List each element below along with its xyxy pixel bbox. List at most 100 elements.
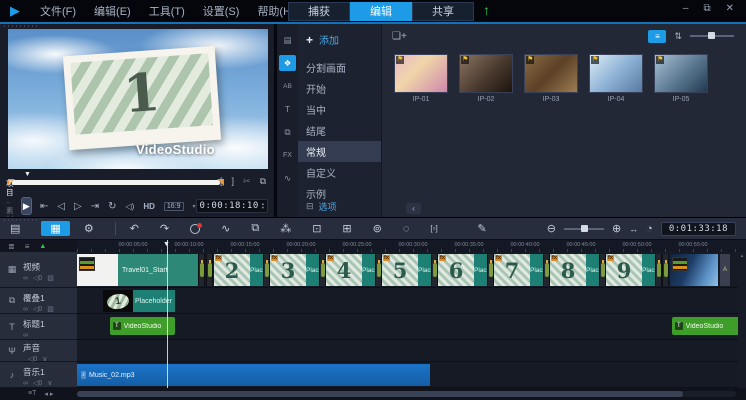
graphic-icon[interactable]: ⧉ (279, 124, 296, 140)
add-folder-icon[interactable]: ❏+ (392, 31, 407, 42)
minimize-button[interactable]: – (683, 3, 689, 14)
category-item[interactable]: 自定义 (298, 162, 381, 183)
track-extra-icon[interactable]: ▨ (47, 275, 54, 283)
track-content[interactable] (77, 314, 746, 340)
gallery-thumbnail[interactable]: ⚑ (654, 54, 708, 93)
transition-clip[interactable] (662, 254, 669, 286)
trim-bar[interactable] (12, 180, 220, 185)
split-screen-creator-button[interactable]: ⊞ (342, 222, 351, 235)
go-end-button[interactable]: ⇥ (91, 201, 99, 212)
workspace-tab[interactable]: 编辑 (350, 2, 412, 21)
track-link-icon[interactable]: ∞ (23, 306, 28, 314)
restore-button[interactable]: ⧉ (703, 3, 710, 14)
volume-button[interactable]: ◁) (126, 202, 135, 211)
gallery-thumbnail[interactable]: ⚑ (459, 54, 513, 93)
record-capture-button[interactable] (190, 224, 200, 234)
instant-project-icon[interactable]: ❖ (279, 55, 296, 71)
aspect-ratio-select[interactable]: 16:9 (164, 202, 184, 211)
collapse-panel-button[interactable]: ‹ (406, 203, 421, 214)
drawing-creator-button[interactable]: ✎ (478, 222, 487, 235)
timeline-timecode[interactable]: 0:01:33:18 (661, 222, 736, 236)
gallery-thumbnail[interactable]: ⚑ (394, 54, 448, 93)
slider-handle[interactable] (708, 32, 715, 39)
category-item[interactable]: 常规 (298, 141, 381, 162)
scrubber-playhead[interactable]: ▼ (24, 171, 31, 178)
placeholder-clip[interactable]: fx 2 Placeholder (214, 254, 270, 286)
scrollbar-thumb[interactable] (77, 391, 683, 397)
category-item[interactable]: 开始 (298, 78, 381, 99)
menu-item[interactable]: 编辑(E) (94, 3, 131, 19)
undo-button[interactable]: ↶ (130, 222, 139, 235)
mark-in-button[interactable]: [ (220, 176, 223, 187)
track-content[interactable] (77, 288, 746, 314)
thumbnail-zoom-slider[interactable] (690, 35, 734, 37)
playhead-line[interactable] (167, 240, 168, 388)
transition-clip[interactable] (206, 254, 213, 286)
transition-clip[interactable] (319, 254, 326, 286)
timeline-zoom-slider[interactable] (564, 228, 604, 230)
motion-path-icon[interactable]: ∿ (279, 170, 296, 186)
project-mode-toggle[interactable]: 项目 – (6, 179, 15, 206)
tools-button[interactable]: ⚙ (84, 222, 94, 235)
transition-clip[interactable] (543, 254, 550, 286)
bracket-tool-button[interactable]: [▫] (430, 224, 437, 233)
filter-icon[interactable]: FX (279, 147, 296, 163)
next-frame-button[interactable]: ▷ (74, 201, 82, 212)
redo-button[interactable]: ↷ (160, 222, 169, 235)
menu-item[interactable]: 文件(F) (40, 3, 76, 19)
placeholder-clip[interactable]: fx 5 Placeholder (382, 254, 438, 286)
gallery-item[interactable]: ⚑ IP-02 (459, 54, 513, 103)
prev-frame-button[interactable]: ◁ (57, 201, 65, 212)
transition-clip[interactable] (655, 254, 662, 286)
track-header[interactable]: Ψ 声音 ◁0 ∨ (0, 340, 77, 362)
zoom-in-button[interactable]: ⊕ (612, 222, 621, 235)
hd-toggle[interactable]: HD (143, 202, 155, 211)
preview-screen[interactable]: 1 VideoStudio (8, 29, 268, 169)
track-header[interactable]: ♪ 音乐1 ∞ ◁0 ∨ (0, 362, 77, 388)
music-clip[interactable]: ♪ Music_02.mp3 (77, 364, 430, 386)
enlarge-preview-button[interactable]: ⧉ (260, 176, 266, 187)
category-item[interactable]: 结尾 (298, 120, 381, 141)
vertical-scrollbar[interactable]: ▴ (738, 252, 746, 388)
close-button[interactable]: ✕ (726, 3, 734, 14)
transition-icon[interactable]: AB (279, 78, 296, 94)
subtitle-editor-button[interactable]: ⊡ (312, 222, 321, 235)
overlay-clip[interactable]: 1 Placeholder (103, 290, 175, 312)
options-button[interactable]: ⊟ 选项 (306, 200, 337, 213)
clip-travel01[interactable]: Travel01_Start (118, 254, 198, 286)
gallery-item[interactable]: ⚑ IP-01 (394, 54, 448, 103)
gallery-item[interactable]: ⚑ IP-04 (589, 54, 643, 103)
fit-project-button[interactable]: ↔ (629, 224, 638, 234)
sort-icon[interactable]: ⇅ (674, 31, 682, 42)
track-link-icon[interactable]: ∞ (23, 380, 28, 388)
track-volume-icon[interactable]: ◁0 (33, 275, 42, 283)
placeholder-clip[interactable]: fx 6 Placeholder (438, 254, 494, 286)
title-icon[interactable]: T (279, 101, 296, 117)
upgrade-arrow-icon[interactable]: ↑ (483, 2, 490, 18)
title-clip[interactable]: T VideoStudio (672, 317, 744, 335)
menu-item[interactable]: 设置(S) (203, 3, 240, 19)
gallery-item[interactable]: ⚑ IP-05 (654, 54, 708, 103)
mask-creator-button[interactable]: ◌ (403, 223, 410, 235)
track-extra-icon[interactable]: ▨ (47, 306, 54, 314)
batch-convert-button[interactable]: ⧉ (251, 222, 259, 235)
play-button[interactable]: ▶ (21, 197, 32, 215)
transition-clip-a[interactable]: A (720, 254, 730, 286)
transition-clip[interactable] (487, 254, 494, 286)
workspace-tab[interactable]: 捕获 (288, 2, 350, 21)
list-view-toggle[interactable]: ≡ (648, 30, 666, 43)
storyboard-view-button[interactable]: ▤ (10, 222, 20, 235)
track-manager-icon[interactable]: ≣ (8, 242, 15, 251)
track-volume-icon[interactable]: ◁0 (33, 380, 42, 388)
track-header[interactable]: ▦ 视频 ∞ ◁0 ▨ (0, 252, 77, 288)
track-header[interactable]: ⧉ 覆叠1 ∞ ◁0 ▨ (0, 288, 77, 314)
clip-start-thumbnail[interactable] (77, 254, 118, 286)
split-clip-button[interactable]: ✂ (243, 176, 251, 187)
timeline-ruler[interactable]: 00:00:05:0000:00:10:0000:00:15:0000:00:2… (77, 240, 746, 252)
zoom-out-button[interactable]: ⊖ (547, 222, 556, 235)
timeline-view-button[interactable]: ▦ (41, 221, 69, 236)
title-clip[interactable]: T VideoStudio (110, 317, 175, 335)
menu-item[interactable]: 工具(T) (149, 3, 185, 19)
track-volume-icon[interactable]: ◁0 (33, 306, 42, 314)
timecode-down-icon[interactable]: ▾ (262, 206, 264, 210)
